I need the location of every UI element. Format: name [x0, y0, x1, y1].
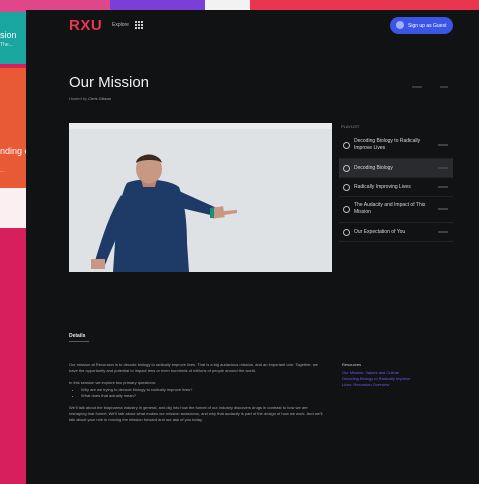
- page-title: Our Mission: [69, 74, 150, 91]
- playlist-item-label: Decoding Biology to Radically Improve Li…: [354, 138, 421, 151]
- grid-icon[interactable]: [135, 21, 143, 29]
- background-card: [0, 188, 26, 228]
- host-name[interactable]: Chris Gibson: [88, 96, 111, 101]
- duration-badge: [438, 144, 448, 146]
- background-card-title: sion: [0, 30, 17, 40]
- play-icon: [343, 142, 350, 149]
- playlist-item[interactable]: Radically Improving Lives: [339, 178, 453, 197]
- logo[interactable]: RXU: [69, 17, 102, 34]
- resources-heading: Resources: [342, 362, 362, 367]
- duration-badge: [438, 231, 448, 233]
- more-control[interactable]: [440, 86, 448, 88]
- playlist-item[interactable]: The Audacity and Impact of This Mission: [339, 197, 453, 223]
- resource-link[interactable]: Lives: Recursion Overview: [342, 382, 452, 388]
- duration-badge: [438, 208, 448, 210]
- app-window: RXU Explore Sign up as Guest Our Mission…: [26, 10, 479, 484]
- details-bullet: What does that actually mean?: [81, 393, 324, 399]
- details-bullets: Why are we trying to decode biology to r…: [69, 387, 324, 399]
- play-icon: [343, 184, 350, 191]
- resources: Resources Our Mission, Values and Cultur…: [342, 362, 452, 388]
- playlist-item-label: Our Expectation of You: [354, 229, 406, 235]
- background-card-title: nding es: [0, 146, 26, 156]
- sign-up-label: Sign up as Guest: [408, 23, 447, 29]
- playlist-item-label: Radically Improving Lives: [354, 184, 411, 190]
- background-card: sion The...: [0, 12, 26, 64]
- play-icon: [343, 206, 350, 213]
- playlist-item[interactable]: Decoding Biology to Radically Improve Li…: [339, 133, 453, 159]
- background-card: nding es ...: [0, 68, 26, 188]
- explore-link[interactable]: Explore: [112, 22, 129, 28]
- duration-badge: [438, 167, 448, 169]
- playlist-item-label: Decoding Biology: [354, 165, 393, 171]
- duration-badge: [438, 186, 448, 188]
- playlist-item[interactable]: Our Expectation of You: [339, 223, 453, 242]
- sign-up-button[interactable]: Sign up as Guest: [390, 17, 453, 34]
- playlist: Decoding Biology to Radically Improve Li…: [339, 133, 453, 242]
- hosted-by-label: Hosted by: [69, 96, 88, 101]
- playlist-item-label: The Audacity and Impact of This Mission: [354, 202, 426, 215]
- playlist-item-active[interactable]: Decoding Biology: [339, 159, 453, 178]
- play-icon: [343, 165, 350, 172]
- details-underline: [69, 341, 89, 342]
- details-heading: Details: [69, 333, 86, 339]
- top-nav: RXU Explore Sign up as Guest: [26, 10, 479, 42]
- playlist-heading: PLAYLIST: [341, 124, 360, 129]
- user-icon: [396, 21, 404, 29]
- details-paragraph: Our mission at Recursion is to decode bi…: [69, 362, 318, 373]
- details-paragraph: In this session we explore two primary q…: [69, 380, 156, 385]
- hosted-by: Hosted by Chris Gibson: [69, 96, 111, 101]
- play-icon: [343, 229, 350, 236]
- presenter-image: [69, 123, 332, 272]
- share-control[interactable]: [412, 86, 422, 88]
- background-card-subtitle: ...: [0, 168, 5, 174]
- details-paragraph: We'll talk about the biopharma industry …: [69, 405, 323, 422]
- background-card-subtitle: The...: [0, 42, 13, 48]
- details-description: Our mission at Recursion is to decode bi…: [69, 362, 324, 429]
- video-player[interactable]: [69, 123, 332, 272]
